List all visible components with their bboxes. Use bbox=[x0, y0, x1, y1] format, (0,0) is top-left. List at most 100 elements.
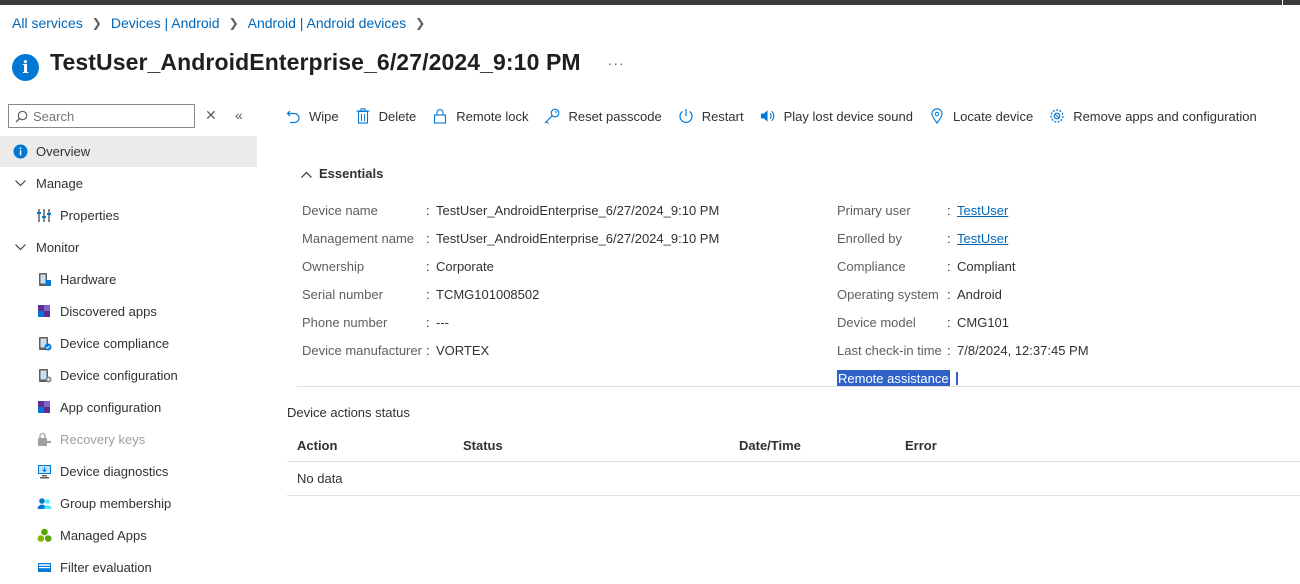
sidebar-item-device-diagnostics[interactable]: Device diagnostics bbox=[0, 455, 257, 487]
wipe-label: Wipe bbox=[309, 108, 339, 124]
power-icon bbox=[678, 108, 694, 124]
device-manufacturer-row: Device manufacturer : VORTEX bbox=[302, 336, 719, 364]
field-colon: : bbox=[947, 258, 951, 274]
app-config-icon bbox=[36, 399, 52, 415]
sidebar-item-label: Device compliance bbox=[60, 335, 170, 351]
last-checkin-row: Last check-in time : 7/8/2024, 12:37:45 … bbox=[837, 336, 1089, 364]
field-label: Phone number bbox=[302, 314, 388, 330]
field-colon: : bbox=[426, 258, 430, 274]
chevron-down-icon bbox=[12, 179, 28, 187]
essentials-right: Primary user : TestUser Enrolled by : Te… bbox=[837, 196, 1089, 392]
field-colon: : bbox=[426, 342, 430, 358]
field-label: Serial number bbox=[302, 286, 383, 302]
command-bar: Wipe Delete Remote lock Reset passcode R… bbox=[285, 104, 1273, 128]
sidebar-item-app-configuration[interactable]: App configuration bbox=[0, 391, 257, 423]
field-label: Compliance bbox=[837, 258, 906, 274]
diagnostics-icon bbox=[36, 463, 52, 479]
remote-lock-button[interactable]: Remote lock bbox=[432, 108, 528, 124]
sidebar-group-monitor[interactable]: Monitor bbox=[0, 231, 257, 263]
field-colon: : bbox=[947, 314, 951, 330]
chevron-right-icon: ❯ bbox=[415, 16, 426, 30]
speaker-icon bbox=[760, 108, 776, 124]
ownership-value: Corporate bbox=[436, 258, 494, 274]
search-icon bbox=[15, 110, 28, 122]
breadcrumb-devices-android[interactable]: Devices | Android bbox=[111, 15, 220, 31]
phone-number-value: --- bbox=[436, 314, 449, 330]
table-row: No data bbox=[287, 462, 1300, 496]
remove-config-icon bbox=[1049, 108, 1065, 124]
text-selection-caret bbox=[955, 371, 958, 385]
page-title: TestUser_AndroidEnterprise_6/27/2024_9:1… bbox=[50, 49, 581, 75]
restart-button[interactable]: Restart bbox=[678, 108, 744, 124]
clear-search-icon[interactable]: ✕ bbox=[205, 107, 217, 124]
search-box[interactable] bbox=[8, 104, 195, 128]
sidebar-group-manage[interactable]: Manage bbox=[0, 167, 257, 199]
last-checkin-value: 7/8/2024, 12:37:45 PM bbox=[957, 342, 1089, 358]
field-label: Last check-in time bbox=[837, 342, 942, 358]
configuration-icon bbox=[36, 367, 52, 383]
device-actions-table: Action Status Date/Time Error No data bbox=[287, 429, 1300, 496]
device-manufacturer-value: VORTEX bbox=[436, 342, 490, 358]
sidebar-item-label: Monitor bbox=[36, 239, 80, 255]
sidebar-item-group-membership[interactable]: Group membership bbox=[0, 487, 257, 519]
more-options-button[interactable]: ··· bbox=[608, 55, 625, 71]
column-header-error[interactable]: Error bbox=[905, 438, 937, 453]
sidebar-item-label: App configuration bbox=[60, 399, 162, 415]
sidebar-nav: Overview Manage Properties Monitor Hardw… bbox=[0, 136, 257, 583]
breadcrumb-all-services[interactable]: All services bbox=[12, 15, 83, 31]
sidebar-item-filter-evaluation[interactable]: Filter evaluation bbox=[0, 551, 257, 583]
top-bar bbox=[0, 0, 1300, 6]
field-colon: : bbox=[426, 230, 430, 246]
compliance-icon bbox=[36, 335, 52, 351]
collapse-sidebar-icon[interactable]: « bbox=[235, 107, 243, 123]
enrolled-by-link[interactable]: TestUser bbox=[957, 231, 1008, 246]
sidebar-item-recovery-keys[interactable]: Recovery keys bbox=[0, 423, 257, 455]
wipe-button[interactable]: Wipe bbox=[285, 108, 339, 124]
location-pin-icon bbox=[929, 108, 945, 124]
sidebar-item-label: Filter evaluation bbox=[60, 559, 152, 575]
play-sound-button[interactable]: Play lost device sound bbox=[760, 108, 913, 124]
locate-device-button[interactable]: Locate device bbox=[929, 108, 1033, 124]
sidebar-item-device-configuration[interactable]: Device configuration bbox=[0, 359, 257, 391]
locate-device-label: Locate device bbox=[952, 108, 1034, 124]
field-colon: : bbox=[947, 202, 951, 218]
sidebar-item-label: Device diagnostics bbox=[60, 463, 169, 479]
divider bbox=[297, 386, 1300, 387]
key-icon bbox=[544, 108, 560, 124]
phone-number-row: Phone number : --- bbox=[302, 308, 719, 336]
field-colon: : bbox=[947, 230, 951, 246]
remove-apps-button[interactable]: Remove apps and configuration bbox=[1049, 108, 1257, 124]
info-icon bbox=[12, 144, 28, 160]
sidebar-item-discovered-apps[interactable]: Discovered apps bbox=[0, 295, 257, 327]
table-header: Action Status Date/Time Error bbox=[287, 429, 1300, 462]
reset-passcode-button[interactable]: Reset passcode bbox=[544, 108, 662, 124]
essentials-toggle[interactable]: Essentials bbox=[301, 166, 383, 181]
search-input[interactable] bbox=[33, 108, 183, 124]
delete-button[interactable]: Delete bbox=[355, 108, 416, 124]
sidebar-item-device-compliance[interactable]: Device compliance bbox=[0, 327, 257, 359]
column-header-action[interactable]: Action bbox=[297, 438, 337, 453]
info-icon: i bbox=[12, 54, 39, 81]
primary-user-row: Primary user : TestUser bbox=[837, 196, 1089, 224]
primary-user-link[interactable]: TestUser bbox=[957, 203, 1008, 218]
sidebar-item-label: Hardware bbox=[60, 271, 117, 287]
ownership-row: Ownership : Corporate bbox=[302, 252, 719, 280]
chevron-right-icon: ❯ bbox=[228, 16, 239, 30]
column-header-status[interactable]: Status bbox=[463, 438, 503, 453]
hardware-icon bbox=[36, 271, 52, 287]
remove-apps-label: Remove apps and configuration bbox=[1073, 108, 1257, 124]
title-row: i TestUser_AndroidEnterprise_6/27/2024_9… bbox=[12, 44, 625, 81]
group-icon bbox=[36, 495, 52, 511]
breadcrumb-android-devices[interactable]: Android | Android devices bbox=[248, 15, 407, 31]
sidebar-item-hardware[interactable]: Hardware bbox=[0, 263, 257, 295]
sidebar-item-overview[interactable]: Overview bbox=[0, 136, 257, 167]
column-header-datetime[interactable]: Date/Time bbox=[739, 438, 801, 453]
sidebar-item-managed-apps[interactable]: Managed Apps bbox=[0, 519, 257, 551]
apps-icon bbox=[36, 303, 52, 319]
device-name-row: Device name : TestUser_AndroidEnterprise… bbox=[302, 196, 719, 224]
field-label-selected: Remote assistance bbox=[837, 369, 950, 387]
field-label: Primary user bbox=[837, 202, 911, 218]
sidebar-item-properties[interactable]: Properties bbox=[0, 199, 257, 231]
sidebar-item-label: Recovery keys bbox=[60, 431, 146, 447]
undo-icon bbox=[285, 108, 301, 124]
